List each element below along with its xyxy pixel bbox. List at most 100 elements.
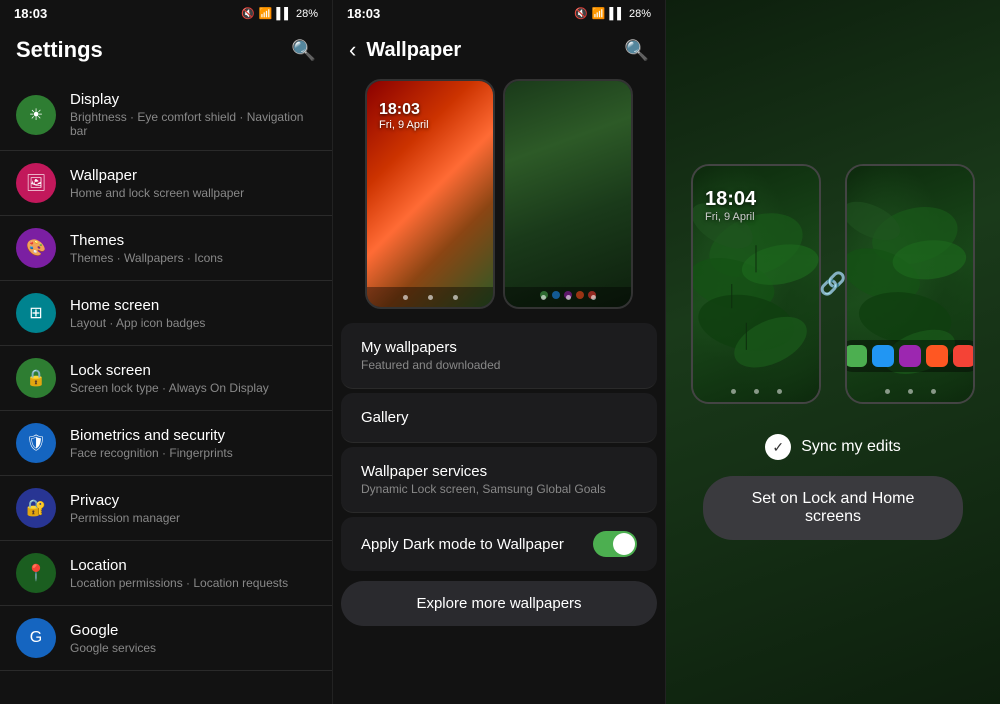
- wallpaper-title: Wallpaper: [70, 167, 244, 184]
- wallpaper-search-icon[interactable]: 🔍: [624, 38, 649, 63]
- large-phone-previews: 18:04 Fri, 9 April 🔗: [691, 164, 975, 404]
- settings-item-display[interactable]: ☀ Display Brightness · Eye comfort shiel…: [0, 79, 332, 151]
- large-home-nav-d3: [931, 389, 936, 394]
- settings-item-privacy[interactable]: 🔐 Privacy Permission manager: [0, 476, 332, 541]
- settings-search-icon[interactable]: 🔍: [291, 38, 316, 63]
- biometrics-title: Biometrics and security: [70, 427, 233, 444]
- large-lock-time: 18:04 Fri, 9 April: [705, 188, 756, 223]
- display-subtitle: Brightness · Eye comfort shield · Naviga…: [70, 110, 316, 138]
- status-icons-2: 🔇 📶 ▌▌ 28%: [574, 7, 651, 20]
- settings-item-themes[interactable]: 🎨 Themes Themes · Wallpapers · Icons: [0, 216, 332, 281]
- toggle-knob: [613, 533, 635, 555]
- preview-panel: 18:04 Fri, 9 April 🔗: [666, 0, 1000, 704]
- privacy-text: Privacy Permission manager: [70, 492, 180, 525]
- back-button[interactable]: ‹: [349, 37, 356, 63]
- google-text: Google Google services: [70, 622, 156, 655]
- themes-text: Themes Themes · Wallpapers · Icons: [70, 232, 223, 265]
- battery-icon-2: 28%: [629, 8, 651, 20]
- large-home-nav: [847, 389, 973, 394]
- themes-subtitle: Themes · Wallpapers · Icons: [70, 251, 223, 265]
- wallpaper-title: Wallpaper: [366, 39, 461, 62]
- status-bar-1: 18:03 🔇 📶 ▌▌ 28%: [0, 0, 332, 27]
- display-text: Display Brightness · Eye comfort shield …: [70, 91, 316, 138]
- nav-dot-1: [403, 295, 408, 300]
- my-wallpapers-sub: Featured and downloaded: [361, 358, 637, 372]
- settings-item-wallpaper[interactable]: 🖼 Wallpaper Home and lock screen wallpap…: [0, 151, 332, 216]
- nav-dot-3: [453, 295, 458, 300]
- wallpaper-previews: 18:03 Fri, 9 April: [333, 73, 665, 319]
- home-app-3: [899, 345, 921, 367]
- my-wallpapers-title: My wallpapers: [361, 339, 637, 356]
- privacy-icon: 🔐: [16, 488, 56, 528]
- location-title: Location: [70, 557, 288, 574]
- settings-panel: 18:03 🔇 📶 ▌▌ 28% Settings 🔍 ☀ Display Br…: [0, 0, 333, 704]
- link-icon: 🔗: [819, 271, 846, 297]
- set-wallpaper-button[interactable]: Set on Lock and Home screens: [703, 476, 963, 540]
- wallpaper-menu: My wallpapers Featured and downloaded Ga…: [333, 319, 665, 704]
- status-time-2: 18:03: [347, 6, 380, 21]
- sync-check-icon: ✓: [765, 434, 791, 460]
- settings-list: ☀ Display Brightness · Eye comfort shiel…: [0, 75, 332, 704]
- wallpaper-icon: 🖼: [16, 163, 56, 203]
- location-text: Location Location permissions · Location…: [70, 557, 288, 590]
- display-icon: ☀: [16, 95, 56, 135]
- wifi-icon-2: 📶: [592, 7, 606, 20]
- wallpaper-services-title: Wallpaper services: [361, 463, 637, 480]
- settings-item-google[interactable]: G Google Google services: [0, 606, 332, 671]
- sync-row: ✓ Sync my edits: [765, 434, 901, 460]
- wallpaper-panel: 18:03 🔇 📶 ▌▌ 28% ‹ Wallpaper 🔍 18:03 Fri…: [333, 0, 666, 704]
- lock-screen-text: Lock screen Screen lock type · Always On…: [70, 362, 269, 395]
- settings-item-biometrics[interactable]: 🛡 Biometrics and security Face recogniti…: [0, 411, 332, 476]
- menu-item-my-wallpapers[interactable]: My wallpapers Featured and downloaded: [341, 323, 657, 389]
- home-screen-icon: ⊞: [16, 293, 56, 333]
- home-screen-text: Home screen Layout · App icon badges: [70, 297, 205, 330]
- location-icon: 📍: [16, 553, 56, 593]
- large-lock-date: Fri, 9 April: [705, 211, 756, 223]
- wallpaper-header: ‹ Wallpaper 🔍: [333, 27, 665, 73]
- sync-label: Sync my edits: [801, 438, 901, 456]
- menu-item-gallery[interactable]: Gallery: [341, 393, 657, 443]
- large-lock-nav: [693, 389, 819, 394]
- wallpaper-header-left: ‹ Wallpaper: [349, 37, 461, 63]
- wallpaper-text: Wallpaper Home and lock screen wallpaper: [70, 167, 244, 200]
- settings-item-lock-screen[interactable]: 🔒 Lock screen Screen lock type · Always …: [0, 346, 332, 411]
- large-lock-preview[interactable]: 18:04 Fri, 9 April: [691, 164, 821, 404]
- home-nav-dot-2: [566, 295, 571, 300]
- home-screen-preview[interactable]: [503, 79, 633, 309]
- settings-item-location[interactable]: 📍 Location Location permissions · Locati…: [0, 541, 332, 606]
- dark-mode-toggle[interactable]: Apply Dark mode to Wallpaper: [341, 517, 657, 571]
- large-nav-d1: [731, 389, 736, 394]
- lock-time-overlay: 18:03 Fri, 9 April: [379, 101, 429, 131]
- large-home-nav-d1: [885, 389, 890, 394]
- dark-mode-switch[interactable]: [593, 531, 637, 557]
- home-screen-title: Home screen: [70, 297, 205, 314]
- lock-screen-icon: 🔒: [16, 358, 56, 398]
- preview-content: 18:04 Fri, 9 April 🔗: [666, 164, 1000, 540]
- settings-title: Settings: [16, 37, 103, 63]
- lock-date: Fri, 9 April: [379, 119, 429, 131]
- lock-screen-preview[interactable]: 18:03 Fri, 9 April: [365, 79, 495, 309]
- home-leaves-bg: [847, 166, 973, 402]
- home-nav-dot-3: [591, 295, 596, 300]
- display-title: Display: [70, 91, 316, 108]
- home-app-2: [872, 345, 894, 367]
- status-icons-1: 🔇 📶 ▌▌ 28%: [241, 7, 318, 20]
- menu-item-wallpaper-services[interactable]: Wallpaper services Dynamic Lock screen, …: [341, 447, 657, 513]
- google-icon: G: [16, 618, 56, 658]
- lock-wallpaper: 18:03 Fri, 9 April: [367, 81, 493, 307]
- explore-wallpapers-button[interactable]: Explore more wallpapers: [341, 581, 657, 626]
- home-app-1: [845, 345, 867, 367]
- lock-screen-subtitle: Screen lock type · Always On Display: [70, 381, 269, 395]
- large-home-preview[interactable]: [845, 164, 975, 404]
- privacy-subtitle: Permission manager: [70, 511, 180, 525]
- settings-item-home-screen[interactable]: ⊞ Home screen Layout · App icon badges: [0, 281, 332, 346]
- mute-icon-2: 🔇: [574, 7, 588, 20]
- home-nav-dot-1: [541, 295, 546, 300]
- signal-icon-2: ▌▌: [609, 8, 625, 20]
- lock-screen-title: Lock screen: [70, 362, 269, 379]
- settings-header: Settings 🔍: [0, 27, 332, 75]
- lock-nav: [367, 287, 493, 307]
- themes-title: Themes: [70, 232, 223, 249]
- signal-icon: ▌▌: [276, 8, 292, 20]
- google-title: Google: [70, 622, 156, 639]
